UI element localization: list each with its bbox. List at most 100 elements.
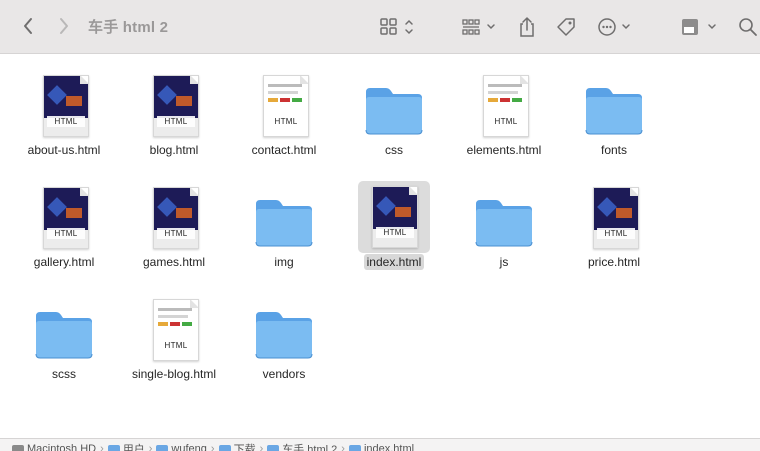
item-thumbnail <box>29 294 99 364</box>
item-thumbnail <box>469 182 539 252</box>
file-type-badge: HTML <box>597 228 635 239</box>
html-document-icon: HTML <box>153 187 199 249</box>
hard-drive-icon <box>12 445 24 451</box>
html-document-icon: HTML <box>263 75 309 137</box>
tags-button[interactable] <box>554 15 578 39</box>
more-options-button[interactable] <box>596 16 634 38</box>
group-by-icon <box>461 17 499 37</box>
item-thumbnail: HTML <box>139 70 209 140</box>
file-single-blog-html[interactable]: HTML single-blog.html <box>119 284 229 388</box>
item-thumbnail: HTML <box>29 70 99 140</box>
item-name: index.html <box>364 254 425 270</box>
path-bar: Macintosh HD›用户›wufeng›下载›车手 html 2›inde… <box>0 438 760 451</box>
file-type-badge: HTML <box>47 116 85 127</box>
preview-icon <box>680 16 720 38</box>
html-document-icon: HTML <box>43 75 89 137</box>
group-by-button[interactable] <box>460 16 500 38</box>
share-button[interactable] <box>516 15 538 39</box>
folder-icon <box>474 192 534 250</box>
file-type-badge: HTML <box>376 227 414 238</box>
folder-css[interactable]: css <box>339 60 449 164</box>
item-name: price.html <box>585 254 643 270</box>
item-thumbnail <box>579 70 649 140</box>
back-button[interactable] <box>18 16 38 36</box>
item-label: single-blog.html <box>119 367 229 381</box>
html-document-icon: HTML <box>153 299 199 361</box>
html-document-icon: HTML <box>593 187 639 249</box>
html-document-icon: HTML <box>43 187 89 249</box>
file-index-html[interactable]: HTML index.html <box>339 172 449 276</box>
item-label: blog.html <box>119 143 229 157</box>
folder-img[interactable]: img <box>229 172 339 276</box>
file-type-badge: HTML <box>267 116 305 127</box>
item-thumbnail: HTML <box>469 70 539 140</box>
item-name: scss <box>49 366 79 382</box>
item-thumbnail <box>249 182 319 252</box>
folder-icon <box>34 304 94 362</box>
item-label: about-us.html <box>9 143 119 157</box>
toolbar: 车手 html 2 <box>0 0 760 54</box>
window-title: 车手 html 2 <box>88 16 168 37</box>
search-icon <box>738 17 758 37</box>
item-thumbnail: HTML <box>139 182 209 252</box>
item-thumbnail: HTML <box>249 70 319 140</box>
preview-button[interactable] <box>680 15 720 39</box>
icon-grid-view-icon <box>379 17 417 37</box>
item-thumbnail: HTML <box>579 182 649 252</box>
folder-scss[interactable]: scss <box>9 284 119 388</box>
folder-js[interactable]: js <box>449 172 559 276</box>
view-mode-button[interactable] <box>378 16 418 38</box>
file-type-badge: HTML <box>47 228 85 239</box>
item-name: vendors <box>260 366 309 382</box>
file-type-badge: HTML <box>157 340 195 351</box>
item-label: gallery.html <box>9 255 119 269</box>
folder-icon <box>254 304 314 362</box>
file-about-us-html[interactable]: HTML about-us.html <box>9 60 119 164</box>
file-blog-html[interactable]: HTML blog.html <box>119 60 229 164</box>
chevron-left-icon <box>22 17 34 35</box>
item-name: js <box>497 254 512 270</box>
file-games-html[interactable]: HTML games.html <box>119 172 229 276</box>
item-thumbnail: HTML <box>139 294 209 364</box>
item-name: single-blog.html <box>129 366 219 382</box>
item-name: about-us.html <box>25 142 104 158</box>
file-type-badge: HTML <box>157 228 195 239</box>
file-price-html[interactable]: HTML price.html <box>559 172 669 276</box>
item-name: elements.html <box>464 142 545 158</box>
item-label: img <box>229 255 339 269</box>
item-thumbnail: HTML <box>358 181 430 253</box>
item-label: price.html <box>559 255 669 269</box>
item-name: fonts <box>598 142 630 158</box>
item-thumbnail: HTML <box>29 182 99 252</box>
item-thumbnail <box>249 294 319 364</box>
share-icon <box>518 16 536 38</box>
folder-fonts[interactable]: fonts <box>559 60 669 164</box>
folder-icon <box>156 445 168 451</box>
item-label: vendors <box>229 367 339 381</box>
file-type-badge: HTML <box>157 116 195 127</box>
item-name: css <box>382 142 406 158</box>
item-label: index.html <box>339 255 449 269</box>
item-name: img <box>271 254 296 270</box>
folder-icon <box>349 445 361 451</box>
item-thumbnail <box>359 70 429 140</box>
file-gallery-html[interactable]: HTML gallery.html <box>9 172 119 276</box>
folder-icon <box>364 80 424 138</box>
item-name: games.html <box>140 254 208 270</box>
item-name: contact.html <box>249 142 320 158</box>
forward-button[interactable] <box>54 16 74 36</box>
folder-icon <box>267 445 279 451</box>
folder-icon <box>108 445 120 451</box>
folder-icon <box>254 192 314 250</box>
item-label: scss <box>9 367 119 381</box>
search-button[interactable] <box>738 16 758 38</box>
folder-vendors[interactable]: vendors <box>229 284 339 388</box>
file-contact-html[interactable]: HTML contact.html <box>229 60 339 164</box>
chevron-right-icon <box>58 17 70 35</box>
item-name: blog.html <box>147 142 202 158</box>
item-label: elements.html <box>449 143 559 157</box>
file-elements-html[interactable]: HTML elements.html <box>449 60 559 164</box>
html-document-icon: HTML <box>153 75 199 137</box>
item-label: contact.html <box>229 143 339 157</box>
item-label: js <box>449 255 559 269</box>
